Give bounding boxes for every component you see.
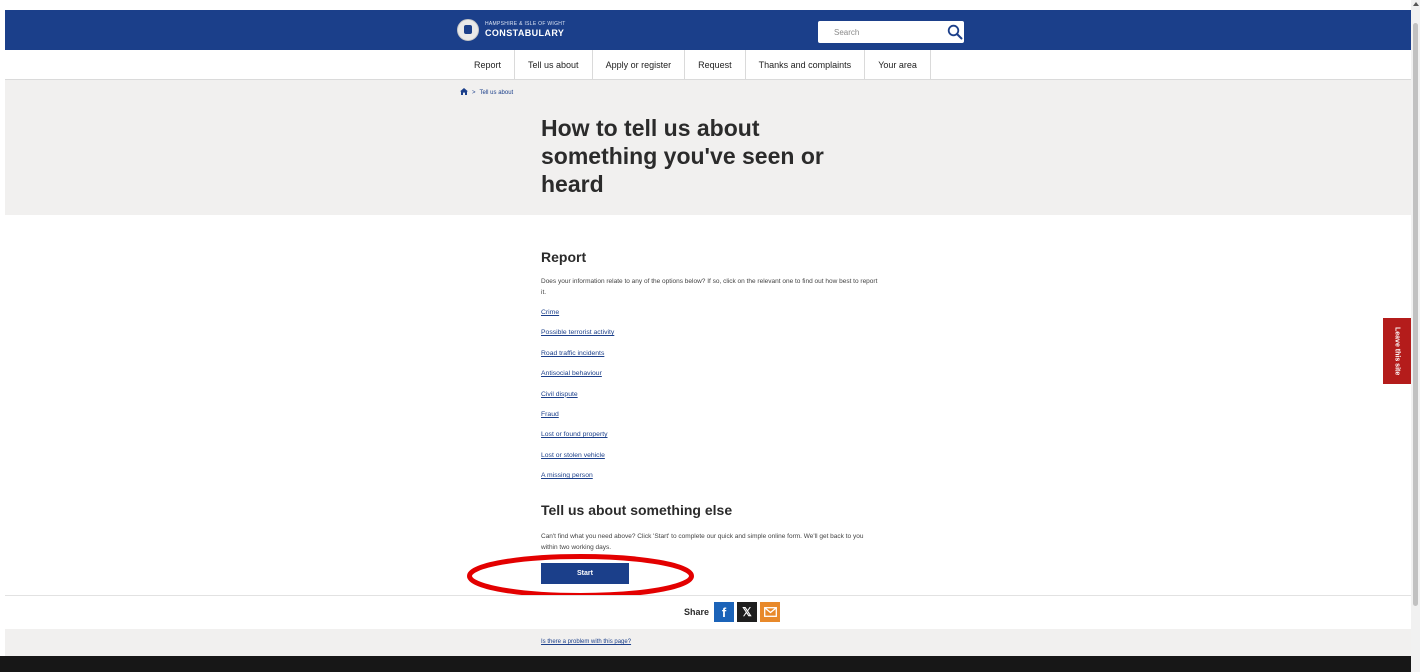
site-header: HAMPSHIRE & ISLE OF WIGHT CONSTABULARY: [5, 10, 1411, 50]
link-civil-dispute[interactable]: Civil dispute: [541, 390, 881, 410]
report-intro: Does your information relate to any of t…: [541, 278, 878, 296]
report-section: Report Does your information relate to a…: [541, 249, 881, 492]
scrollbar-thumb[interactable]: [1413, 23, 1418, 606]
page-scrollbar[interactable]: [1411, 0, 1420, 672]
leave-site-button[interactable]: Leave this site: [1383, 318, 1411, 384]
share-group: Share f 𝕏: [684, 602, 781, 622]
email-icon[interactable]: [760, 602, 781, 622]
link-fraud[interactable]: Fraud: [541, 410, 881, 430]
breadcrumb-separator: >: [472, 89, 476, 96]
link-road-traffic-incidents[interactable]: Road traffic incidents: [541, 349, 881, 369]
site-footer: [0, 656, 1420, 672]
share-label: Share: [684, 607, 710, 617]
page-title: How to tell us about something you've se…: [541, 115, 824, 197]
nav-item-apply-or-register[interactable]: Apply or register: [591, 50, 685, 79]
leave-site-label: Leave this site: [1393, 326, 1401, 376]
report-links: Crime Possible terrorist activity Road t…: [541, 308, 881, 492]
page-hero: > Tell us about How to tell us about som…: [5, 80, 1411, 215]
problem-with-page-link[interactable]: Is there a problem with this page?: [541, 639, 631, 645]
constabulary-logo[interactable]: HAMPSHIRE & ISLE OF WIGHT CONSTABULARY: [457, 19, 566, 41]
link-lost-or-found-property[interactable]: Lost or found property: [541, 430, 881, 450]
browser-top-strip: [0, 0, 1420, 10]
other-intro: Can't find what you need above? Click 'S…: [541, 533, 864, 551]
link-crime[interactable]: Crime: [541, 308, 881, 328]
scroll-up-icon[interactable]: [1413, 2, 1419, 6]
link-lost-or-stolen-vehicle[interactable]: Lost or stolen vehicle: [541, 451, 881, 471]
red-annotation-circle: [467, 554, 694, 598]
search-icon[interactable]: [946, 21, 964, 43]
nav-item-report[interactable]: Report: [461, 50, 514, 79]
link-possible-terrorist-activity[interactable]: Possible terrorist activity: [541, 328, 881, 348]
nav-item-request[interactable]: Request: [684, 50, 745, 79]
share-bar: Share f 𝕏: [5, 595, 1411, 629]
other-heading: Tell us about something else: [541, 502, 733, 518]
crest-icon: [457, 19, 479, 41]
search-input[interactable]: [832, 21, 946, 43]
nav-item-thanks-and-complaints[interactable]: Thanks and complaints: [744, 50, 865, 79]
breadcrumb-current[interactable]: Tell us about: [480, 90, 514, 96]
nav-item-your-area[interactable]: Your area: [864, 50, 931, 79]
link-a-missing-person[interactable]: A missing person: [541, 471, 881, 491]
feedback-bar: Is there a problem with this page?: [5, 629, 1411, 656]
home-icon[interactable]: [460, 88, 468, 97]
logo-subtitle: HAMPSHIRE & ISLE OF WIGHT: [485, 21, 566, 27]
report-heading: Report: [541, 249, 587, 265]
other-section: Tell us about something else Can't find …: [541, 502, 881, 553]
main-nav: Report Tell us about Apply or register R…: [5, 50, 1411, 80]
x-icon[interactable]: 𝕏: [737, 602, 758, 622]
nav-item-tell-us-about[interactable]: Tell us about: [514, 50, 592, 79]
link-antisocial-behaviour[interactable]: Antisocial behaviour: [541, 369, 881, 389]
breadcrumb: > Tell us about: [460, 88, 513, 97]
logo-title: CONSTABULARY: [485, 28, 565, 38]
search-box: [818, 21, 964, 43]
facebook-icon[interactable]: f: [714, 602, 735, 622]
